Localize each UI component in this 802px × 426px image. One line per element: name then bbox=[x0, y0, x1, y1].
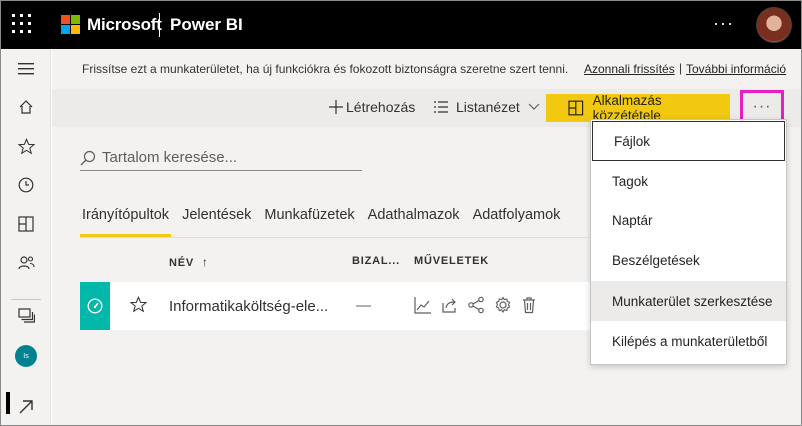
recent-clock-icon[interactable] bbox=[1, 167, 51, 203]
view-label: Listanézet bbox=[456, 99, 520, 115]
menu-item-edit-workspace[interactable]: Munkaterület szerkesztése bbox=[591, 281, 786, 321]
apps-icon[interactable] bbox=[1, 206, 51, 242]
share-icon[interactable] bbox=[440, 296, 458, 314]
create-label: Létrehozás bbox=[346, 99, 416, 115]
app-icon bbox=[568, 100, 584, 116]
column-header-name[interactable]: NÉV ↑ bbox=[169, 255, 209, 269]
menu-item-files[interactable]: Fájlok bbox=[592, 121, 785, 161]
lineage-icon[interactable] bbox=[467, 296, 485, 314]
notice-separator: | bbox=[679, 61, 683, 75]
app-launcher-icon[interactable] bbox=[12, 14, 32, 34]
usage-metrics-icon[interactable] bbox=[414, 296, 432, 314]
sort-ascending-icon: ↑ bbox=[201, 255, 209, 269]
learn-more-link[interactable]: További információ bbox=[686, 62, 786, 76]
list-view-icon bbox=[434, 101, 448, 113]
brand-name: Microsoft bbox=[87, 15, 162, 34]
content-tabs: Irányítópultok Jelentések Munkafüzetek A… bbox=[79, 207, 573, 237]
tab-dashboards[interactable]: Irányítópultok bbox=[79, 207, 172, 237]
menu-item-leave-workspace[interactable]: Kilépés a munkaterületből bbox=[591, 321, 786, 361]
menu-item-conversations[interactable]: Beszélgetések bbox=[591, 240, 786, 280]
delete-trash-icon[interactable] bbox=[520, 296, 538, 314]
upgrade-notice-bar: Frissítse ezt a munkaterületet, ha új fu… bbox=[52, 49, 801, 89]
chevron-down-icon bbox=[528, 103, 540, 110]
favorites-star-icon[interactable] bbox=[1, 128, 51, 164]
tabs-divider bbox=[80, 237, 590, 238]
settings-gear-icon[interactable] bbox=[494, 296, 512, 314]
favorite-star-icon[interactable] bbox=[129, 295, 148, 318]
menu-item-members[interactable]: Tagok bbox=[591, 161, 786, 201]
tab-reports[interactable]: Jelentések bbox=[182, 207, 251, 237]
current-workspace-item[interactable]: Is bbox=[1, 338, 51, 374]
tab-workbooks[interactable]: Munkafüzetek bbox=[264, 207, 354, 237]
column-header-name-label: NÉV bbox=[169, 257, 195, 269]
menu-item-calendar[interactable]: Naptár bbox=[591, 200, 786, 240]
home-icon[interactable] bbox=[1, 89, 51, 125]
plus-icon bbox=[329, 100, 343, 114]
view-selector-button[interactable]: Listanézet bbox=[434, 99, 540, 115]
tab-dataflows[interactable]: Adatfolyamok bbox=[473, 207, 561, 237]
tab-datasets[interactable]: Adathalmazok bbox=[368, 207, 460, 237]
search-icon bbox=[80, 150, 96, 165]
dashboard-icon bbox=[80, 282, 110, 330]
brand-divider bbox=[159, 13, 160, 37]
item-name[interactable]: Informatikaköltség-ele... bbox=[169, 298, 328, 315]
upgrade-notice-text: Frissítse ezt a munkaterületet, ha új fu… bbox=[82, 62, 569, 76]
table-row[interactable]: Informatikaköltség-ele... — bbox=[80, 282, 590, 330]
hamburger-menu-icon[interactable] bbox=[1, 51, 51, 87]
top-bar: Microsoft Power BI ··· bbox=[1, 1, 801, 49]
microsoft-logo-icon bbox=[61, 15, 81, 35]
app-window: Microsoft Power BI ··· Is Frissítse ezt … bbox=[0, 0, 802, 426]
user-avatar[interactable] bbox=[756, 7, 792, 43]
search-placeholder: Tartalom keresése... bbox=[102, 149, 238, 166]
get-data-arrow-icon[interactable] bbox=[1, 389, 51, 425]
publish-app-button[interactable]: Alkalmazás közzététele bbox=[546, 93, 730, 123]
sensitivity-value: — bbox=[356, 297, 371, 314]
column-header-sensitivity[interactable]: BIZAL... bbox=[352, 255, 400, 267]
more-options-menu: Fájlok Tagok Naptár Beszélgetések Munkat… bbox=[590, 119, 787, 365]
upgrade-now-link[interactable]: Azonnali frissítés bbox=[584, 62, 675, 76]
left-nav: Is bbox=[1, 49, 51, 425]
workspaces-icon[interactable] bbox=[1, 297, 51, 333]
product-name[interactable]: Power BI bbox=[170, 15, 243, 35]
workspace-avatar: Is bbox=[15, 345, 37, 367]
search-input[interactable]: Tartalom keresése... bbox=[80, 145, 362, 171]
top-more-options-button[interactable]: ··· bbox=[713, 13, 734, 34]
create-button[interactable]: Létrehozás bbox=[328, 99, 415, 115]
shared-with-me-icon[interactable] bbox=[1, 245, 51, 281]
column-header-actions: MŰVELETEK bbox=[414, 255, 490, 267]
